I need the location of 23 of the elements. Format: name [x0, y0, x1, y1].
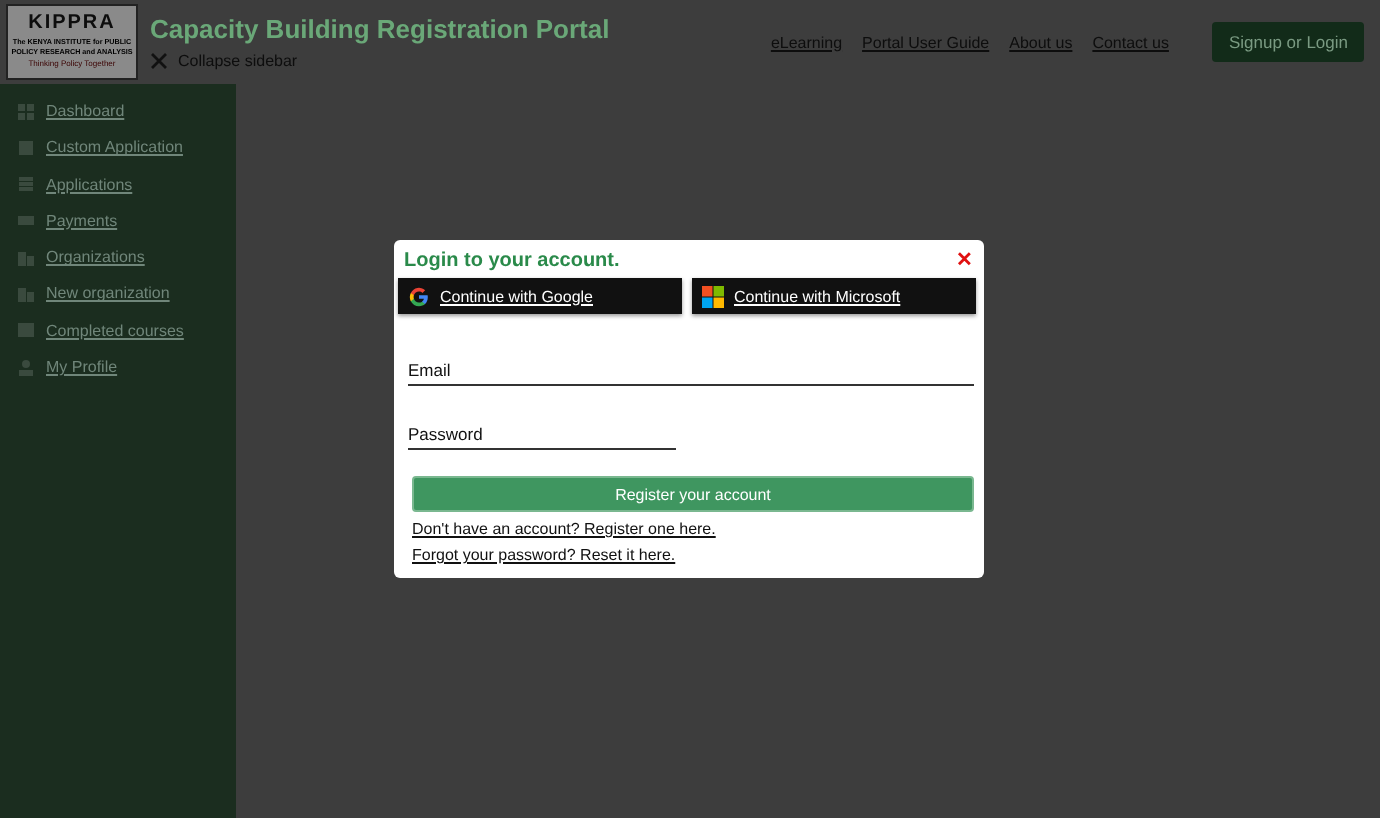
- account-link[interactable]: Don't have an account? Register one here.: [412, 520, 716, 538]
- google-g-icon: [408, 285, 430, 307]
- signup-login-button[interactable]: Signup or Login: [1212, 22, 1364, 62]
- sidebar-item[interactable]: Payments: [18, 211, 236, 230]
- account-link[interactable]: Forgot your password? Reset it here.: [412, 546, 676, 564]
- portal-title: Capacity Building Registration Portal: [150, 14, 610, 44]
- google-login-button[interactable]: Continue with Google: [398, 278, 682, 314]
- register-button[interactable]: Register your account: [412, 476, 974, 512]
- list-icon: [18, 176, 34, 193]
- sidebar-item[interactable]: Custom Application: [18, 138, 236, 157]
- sidebar-item[interactable]: Organizations: [18, 248, 236, 267]
- close-icon: [150, 52, 168, 70]
- sidebar-item[interactable]: Applications: [18, 175, 236, 194]
- grid-icon: [18, 103, 34, 119]
- sidebar-item[interactable]: New organization: [18, 284, 236, 303]
- microsoft-login-button[interactable]: Continue with Microsoft: [692, 278, 976, 314]
- sidebar-item[interactable]: Dashboard: [18, 102, 236, 120]
- close-button[interactable]: ✕: [952, 248, 976, 272]
- microsoft-squares-icon: [702, 285, 724, 307]
- person-icon: [18, 359, 34, 376]
- sidebar-item[interactable]: Completed courses: [18, 321, 236, 340]
- sidebar-item[interactable]: My Profile: [18, 358, 236, 377]
- dialog-title: Login to your account.: [404, 249, 620, 271]
